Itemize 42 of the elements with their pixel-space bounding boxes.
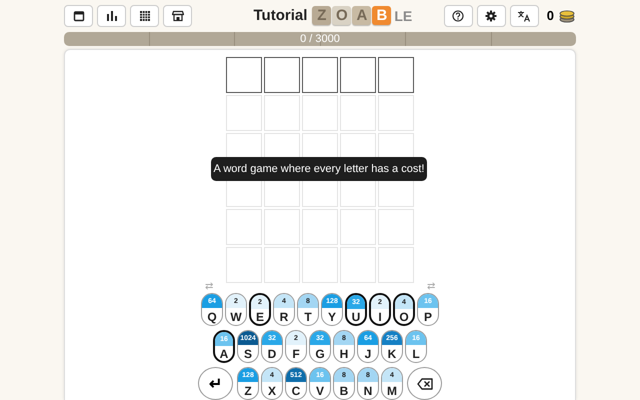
letter-cell	[340, 57, 376, 93]
translate-icon	[517, 10, 532, 22]
letter-cell	[378, 247, 414, 283]
letter-cell	[340, 209, 376, 245]
letter-cell	[302, 95, 338, 131]
calendar-button[interactable]	[64, 4, 93, 27]
backspace-icon	[416, 378, 432, 390]
stats-button[interactable]	[97, 4, 126, 27]
shop-button[interactable]	[163, 4, 192, 27]
coins-icon	[558, 8, 576, 23]
letter-cell	[302, 209, 338, 245]
letter-cell	[340, 95, 376, 131]
letter-cell	[340, 247, 376, 283]
backspace-button[interactable]	[407, 367, 442, 400]
logo-tile: Z	[312, 6, 332, 26]
store-icon	[172, 10, 184, 22]
logo-text: LE	[394, 8, 412, 24]
settings-button[interactable]	[476, 4, 506, 27]
translate-button[interactable]	[510, 4, 539, 27]
letter-cell	[378, 209, 414, 245]
logo-tile: B	[372, 6, 392, 26]
letter-cell	[264, 57, 300, 93]
bar-chart-icon	[106, 10, 118, 22]
letter-cell	[264, 209, 300, 245]
page-title: Tutorial	[253, 7, 308, 24]
logo-tile: A	[352, 6, 372, 26]
letter-cell	[378, 95, 414, 131]
letter-cell	[378, 57, 414, 93]
calendar-icon	[72, 10, 84, 22]
letter-cell	[302, 247, 338, 283]
coin-count: 0	[546, 8, 554, 24]
tooltip: A word game where every letter has a cost!	[211, 157, 427, 181]
letter-cell	[302, 57, 338, 93]
help-button[interactable]	[444, 4, 473, 27]
letter-cell	[264, 247, 300, 283]
settings-icon	[485, 10, 498, 22]
logo-tile: O	[332, 6, 352, 26]
help-icon	[452, 10, 464, 22]
enter-button[interactable]: ↵	[198, 367, 233, 400]
grid-button[interactable]	[130, 4, 159, 27]
grid-icon	[138, 10, 150, 22]
letter-cell	[264, 95, 300, 131]
